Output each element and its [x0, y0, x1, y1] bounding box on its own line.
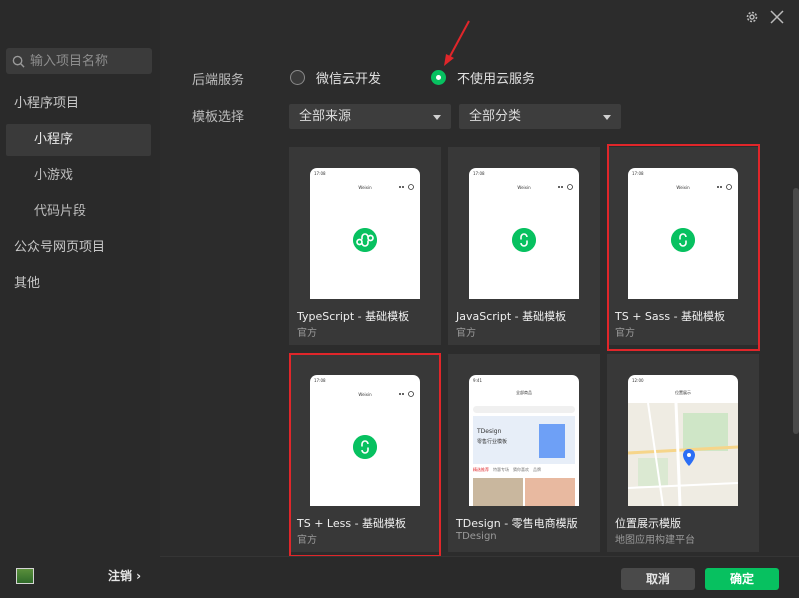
preview-status: 17:08 — [314, 378, 326, 383]
template-source: 地图应用构建平台 — [615, 535, 695, 546]
template-label: 模板选择 — [192, 110, 245, 125]
avatar[interactable] — [16, 568, 34, 584]
template-card-ts-sass[interactable]: 17:08 Weixin TS + Sass - 基础模板 官方 — [607, 147, 759, 345]
chevron-down-icon — [603, 115, 611, 120]
template-source: 官方 — [456, 328, 476, 339]
capsule-icon — [399, 391, 414, 397]
template-source: 官方 — [297, 535, 317, 546]
template-name: TypeScript - 基础模板 — [297, 310, 410, 323]
window-controls — [745, 9, 785, 25]
search-icon — [12, 55, 25, 68]
radio-checked-icon — [431, 70, 446, 85]
logout-button[interactable]: 注销 › — [108, 567, 141, 584]
preview-status: 12:00 — [632, 378, 644, 383]
close-icon[interactable] — [769, 9, 785, 25]
map-icon — [628, 402, 738, 506]
capsule-icon — [399, 184, 414, 190]
template-card-ts-less[interactable]: 17:08 Weixin TS + Less - 基础模板 官方 — [289, 354, 441, 552]
cancel-button[interactable]: 取消 — [621, 568, 695, 590]
preview-banner-title: TDesign — [477, 428, 502, 435]
capsule-icon — [558, 184, 573, 190]
scrollbar[interactable] — [793, 188, 799, 434]
search-box[interactable] — [6, 48, 152, 74]
miniprogram-logo-icon — [353, 228, 377, 252]
dialog-footer: 取消 确定 — [160, 556, 799, 598]
preview-status: 17:08 — [473, 171, 485, 176]
template-preview: 12:00 位置展示 — [628, 375, 738, 506]
preview-tab: 精选推荐 — [473, 467, 489, 472]
miniprogram-logo-icon — [671, 228, 695, 252]
select-value: 全部分类 — [469, 109, 522, 124]
sidebar-item-miniprogram-project[interactable]: 小程序项目 — [0, 88, 160, 120]
preview-search-bar — [473, 406, 575, 413]
preview-title: 全部商品 — [516, 390, 532, 395]
chevron-down-icon — [433, 115, 441, 120]
template-name: JavaScript - 基础模板 — [456, 310, 567, 323]
miniprogram-logo-icon — [353, 435, 377, 459]
backend-label: 后端服务 — [192, 73, 245, 88]
template-name: 位置展示模版 — [615, 517, 681, 530]
radio-label: 不使用云服务 — [457, 72, 536, 87]
preview-banner-subtitle: 零售行业模板 — [477, 439, 508, 445]
preview-banner-graphic — [539, 424, 565, 458]
template-card-tdesign[interactable]: 9:41 全部商品 TDesign 零售行业模板 精选推荐 特惠专场 猜你喜欢 … — [448, 354, 600, 552]
preview-map — [628, 402, 738, 506]
annotation-arrow-icon — [444, 20, 470, 66]
preview-product-image — [473, 478, 523, 506]
template-preview: 17:08 Weixin — [310, 168, 420, 299]
template-preview: 17:08 Weixin — [628, 168, 738, 299]
radio-no-cloud[interactable]: 不使用云服务 — [431, 68, 535, 87]
template-preview: 9:41 全部商品 TDesign 零售行业模板 精选推荐 特惠专场 猜你喜欢 … — [469, 375, 579, 506]
capsule-icon — [717, 184, 732, 190]
preview-title: 位置展示 — [675, 390, 691, 395]
search-input[interactable] — [30, 53, 148, 69]
template-name: TDesign - 零售电商模版 — [456, 517, 578, 530]
preview-tab: 猜你喜欢 — [513, 467, 529, 472]
template-card-typescript[interactable]: 17:08 Weixin TypeScript - 基础模板 官方 — [289, 147, 441, 345]
preview-banner: TDesign 零售行业模板 — [473, 416, 575, 464]
miniprogram-logo-icon — [512, 228, 536, 252]
main-panel: 后端服务 微信云开发 不使用云服务 模板选择 全部来源 全部分类 17:08 W… — [160, 0, 799, 598]
select-value: 全部来源 — [299, 109, 352, 124]
sidebar-footer: 注销 › — [0, 554, 160, 598]
preview-tab: 特惠专场 — [493, 467, 509, 472]
confirm-button[interactable]: 确定 — [705, 568, 779, 590]
sidebar-item-code-snippet[interactable]: 代码片段 — [0, 196, 160, 228]
sidebar-item-official-account[interactable]: 公众号网页项目 — [0, 232, 160, 264]
sidebar-item-miniprogram[interactable]: 小程序 — [6, 124, 151, 156]
preview-product-image — [525, 478, 575, 506]
template-name: TS + Sass - 基础模板 — [615, 310, 726, 323]
preview-status: 9:41 — [473, 378, 482, 383]
template-preview: 17:08 Weixin — [310, 375, 420, 506]
sidebar-item-other[interactable]: 其他 — [0, 268, 160, 300]
radio-wechat-cloud[interactable]: 微信云开发 — [290, 68, 381, 87]
preview-tabs: 精选推荐 特惠专场 猜你喜欢 品牌 — [473, 467, 575, 475]
preview-status: 17:08 — [314, 171, 326, 176]
template-card-javascript[interactable]: 17:08 Weixin JavaScript - 基础模板 官方 — [448, 147, 600, 345]
template-source: 官方 — [615, 328, 635, 339]
template-preview: 17:08 Weixin — [469, 168, 579, 299]
template-source: TDesign — [456, 531, 497, 542]
radio-label: 微信云开发 — [316, 72, 382, 87]
template-card-location[interactable]: 12:00 位置展示 位置展示模版 地图应用构建平台 — [607, 354, 759, 552]
category-select[interactable]: 全部分类 — [459, 104, 621, 129]
template-source: 官方 — [297, 328, 317, 339]
source-select[interactable]: 全部来源 — [289, 104, 451, 129]
preview-status: 17:08 — [632, 171, 644, 176]
gear-icon[interactable] — [745, 10, 759, 24]
sidebar: 小程序项目 小程序 小游戏 代码片段 公众号网页项目 其他 注销 › — [0, 0, 160, 598]
template-name: TS + Less - 基础模板 — [297, 517, 407, 530]
sidebar-item-minigame[interactable]: 小游戏 — [0, 160, 160, 192]
radio-unchecked-icon — [290, 70, 305, 85]
preview-tab: 品牌 — [533, 467, 541, 472]
